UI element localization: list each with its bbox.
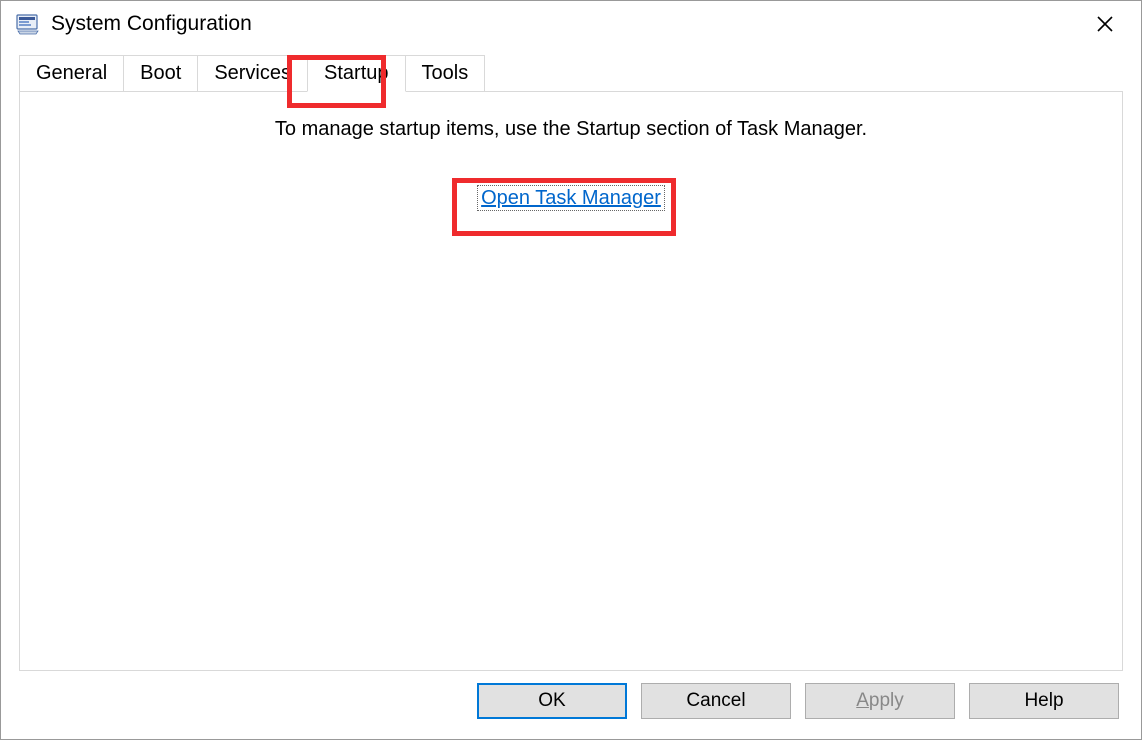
msconfig-icon bbox=[15, 11, 41, 37]
tab-boot[interactable]: Boot bbox=[123, 55, 198, 91]
tab-tools[interactable]: Tools bbox=[405, 55, 486, 91]
dialog-buttons: OK Cancel Apply Help bbox=[1, 683, 1141, 739]
tab-strip: General Boot Services Startup Tools bbox=[1, 47, 1141, 91]
cancel-button[interactable]: Cancel bbox=[641, 683, 791, 719]
help-button[interactable]: Help bbox=[969, 683, 1119, 719]
open-task-manager-link[interactable]: Open Task Manager bbox=[479, 187, 663, 209]
system-configuration-window: System Configuration General Boot Servic… bbox=[0, 0, 1142, 740]
open-task-manager-wrap: Open Task Manager bbox=[461, 175, 681, 222]
ok-button[interactable]: OK bbox=[477, 683, 627, 719]
startup-message: To manage startup items, use the Startup… bbox=[40, 118, 1102, 141]
close-button[interactable] bbox=[1077, 4, 1133, 44]
tab-startup[interactable]: Startup bbox=[307, 55, 405, 92]
tab-services[interactable]: Services bbox=[197, 55, 308, 91]
tab-content: To manage startup items, use the Startup… bbox=[19, 91, 1123, 671]
tab-general[interactable]: General bbox=[19, 55, 124, 91]
titlebar: System Configuration bbox=[1, 1, 1141, 47]
window-title: System Configuration bbox=[51, 12, 1077, 36]
apply-button: Apply bbox=[805, 683, 955, 719]
close-icon bbox=[1096, 15, 1114, 33]
